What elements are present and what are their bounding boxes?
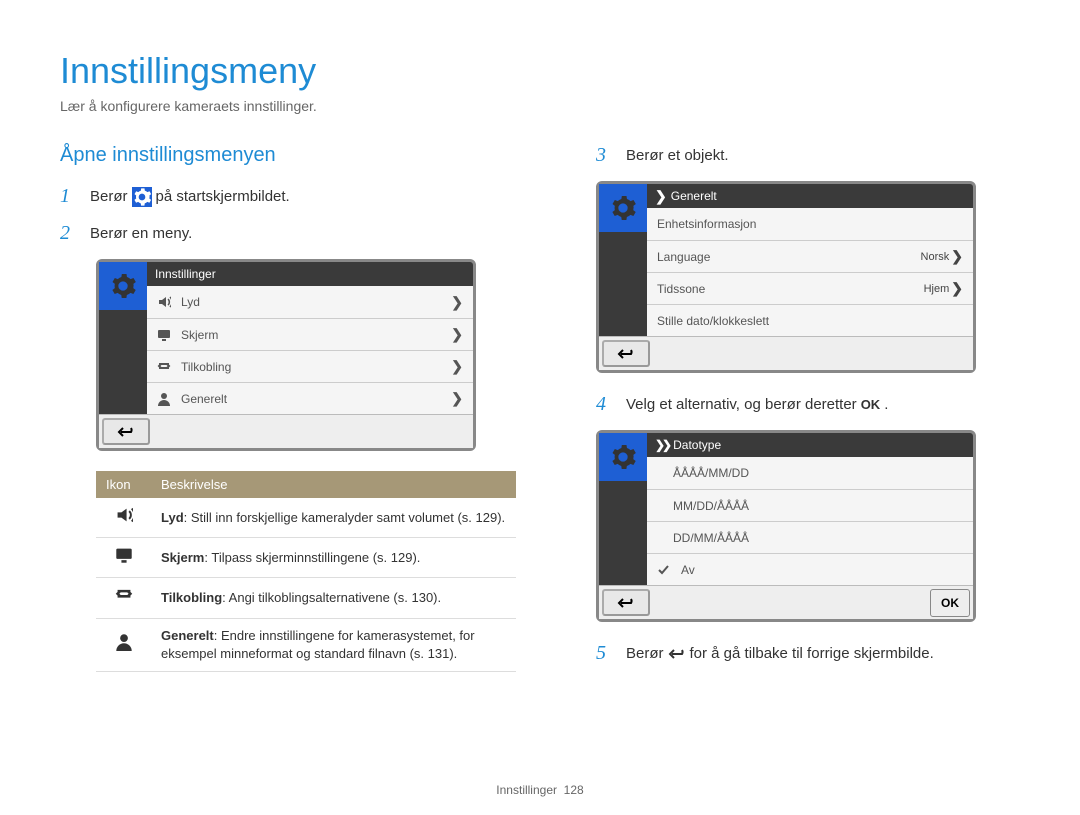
step-1: 1 Berør på startskjermbildet. bbox=[60, 185, 516, 208]
step-4: 4 Velg et alternativ, og berør deretter … bbox=[596, 393, 1020, 416]
desc-cell: Skjerm: Tilpass skjerminnstillingene (s.… bbox=[151, 538, 516, 578]
gear-icon bbox=[132, 187, 152, 207]
option-aaaammdd[interactable]: ÅÅÅÅ/MM/DD bbox=[647, 457, 973, 489]
chevron-right-icon: ❯ bbox=[451, 390, 463, 407]
table-row: Lyd: Still inn forskjellige kameralyder … bbox=[96, 498, 516, 538]
chevron-right-icon: ❯ bbox=[951, 280, 963, 297]
double-chevron-icon: ❯❯ bbox=[655, 438, 669, 452]
device-header: ❯❯Datotype bbox=[647, 433, 973, 457]
display-icon bbox=[96, 538, 151, 578]
step-4-post: . bbox=[884, 396, 888, 413]
device-datotype-menu: ❯❯Datotype ÅÅÅÅ/MM/DD MM/DD/ÅÅÅÅ DD/MM/Å… bbox=[596, 430, 976, 622]
menu-label: Enhetsinformasjon bbox=[657, 217, 756, 231]
menu-value: Norsk bbox=[921, 251, 950, 263]
ok-button[interactable]: OK bbox=[930, 589, 970, 617]
option-label: Av bbox=[681, 563, 695, 577]
display-icon bbox=[157, 328, 173, 342]
step-1-post: på startskjermbildet. bbox=[156, 188, 290, 205]
menu-label: Stille dato/klokkeslett bbox=[657, 314, 769, 328]
menu-label: Skjerm bbox=[181, 328, 218, 342]
th-beskrivelse: Beskrivelse bbox=[151, 471, 516, 498]
back-icon bbox=[668, 647, 686, 661]
desc-cell: Lyd: Still inn forskjellige kameralyder … bbox=[151, 498, 516, 538]
speaker-icon bbox=[157, 295, 173, 309]
chevron-right-icon: ❯ bbox=[451, 358, 463, 375]
page-subtitle: Lær å konfigurere kameraets innstillinge… bbox=[60, 98, 1020, 114]
th-ikon: Ikon bbox=[96, 471, 151, 498]
device-settings-menu: Innstillinger Lyd ❯ Skjerm ❯ Tilkobling bbox=[96, 259, 476, 451]
chevron-right-icon: ❯ bbox=[655, 188, 667, 205]
step-number: 2 bbox=[60, 222, 78, 245]
step-1-pre: Berør bbox=[90, 188, 128, 205]
step-3: 3 Berør et objekt. bbox=[596, 144, 1020, 167]
desc-cell: Tilkobling: Angi tilkoblingsalternativen… bbox=[151, 578, 516, 618]
page-footer: Innstillinger 128 bbox=[0, 783, 1080, 797]
step-2: 2 Berør en meny. bbox=[60, 222, 516, 245]
back-button[interactable] bbox=[602, 340, 650, 367]
connection-icon bbox=[96, 578, 151, 618]
menu-label: Language bbox=[657, 250, 710, 264]
section-title: Åpne innstillingsmenyen bbox=[60, 144, 516, 167]
option-label: ÅÅÅÅ/MM/DD bbox=[673, 466, 749, 480]
device-header: Innstillinger bbox=[147, 262, 473, 286]
option-label: MM/DD/ÅÅÅÅ bbox=[673, 499, 749, 513]
menu-row-dato[interactable]: Stille dato/klokkeslett bbox=[647, 304, 973, 336]
speaker-icon bbox=[96, 498, 151, 538]
icon-description-table: Ikon Beskrivelse Lyd: Still inn forskjel… bbox=[96, 471, 516, 672]
connection-icon bbox=[157, 360, 173, 374]
menu-label: Tilkobling bbox=[181, 360, 231, 374]
menu-row-tidssone[interactable]: Tidssone Hjem❯ bbox=[647, 272, 973, 304]
step-3-text: Berør et objekt. bbox=[626, 147, 729, 164]
table-row: Tilkobling: Angi tilkoblingsalternativen… bbox=[96, 578, 516, 618]
device-gear-button[interactable] bbox=[599, 184, 647, 232]
desc-cell: Generelt: Endre innstillingene for kamer… bbox=[151, 618, 516, 671]
check-icon bbox=[657, 563, 673, 577]
footer-page-number: 128 bbox=[564, 783, 584, 797]
step-5-post: for å gå tilbake til forrige skjermbilde… bbox=[690, 645, 934, 662]
step-5: 5 Berør for å gå tilbake til forrige skj… bbox=[596, 642, 1020, 665]
step-number: 4 bbox=[596, 393, 614, 416]
step-2-text: Berør en meny. bbox=[90, 225, 192, 242]
option-ddmmaaaa[interactable]: DD/MM/ÅÅÅÅ bbox=[647, 521, 973, 553]
menu-label: Tidssone bbox=[657, 282, 705, 296]
menu-label: Generelt bbox=[181, 392, 227, 406]
menu-row-lyd[interactable]: Lyd ❯ bbox=[147, 286, 473, 318]
step-5-pre: Berør bbox=[626, 645, 664, 662]
menu-row-enhetsinfo[interactable]: Enhetsinformasjon bbox=[647, 208, 973, 240]
option-av[interactable]: Av bbox=[647, 553, 973, 585]
step-number: 5 bbox=[596, 642, 614, 665]
step-number: 3 bbox=[596, 144, 614, 167]
menu-label: Lyd bbox=[181, 295, 200, 309]
person-icon bbox=[157, 392, 173, 406]
table-row: Skjerm: Tilpass skjerminnstillingene (s.… bbox=[96, 538, 516, 578]
option-label: DD/MM/ÅÅÅÅ bbox=[673, 531, 749, 545]
menu-row-language[interactable]: Language Norsk❯ bbox=[647, 240, 973, 272]
table-row: Generelt: Endre innstillingene for kamer… bbox=[96, 618, 516, 671]
menu-row-generelt[interactable]: Generelt ❯ bbox=[147, 382, 473, 414]
device-header: ❯Generelt bbox=[647, 184, 973, 208]
device-gear-button[interactable] bbox=[599, 433, 647, 481]
device-generelt-menu: ❯Generelt Enhetsinformasjon Language Nor… bbox=[596, 181, 976, 373]
menu-row-tilkobling[interactable]: Tilkobling ❯ bbox=[147, 350, 473, 382]
chevron-right-icon: ❯ bbox=[451, 294, 463, 311]
step-number: 1 bbox=[60, 185, 78, 208]
ok-text-inline: OK bbox=[861, 397, 881, 412]
page-title: Innstillingsmeny bbox=[60, 50, 1020, 92]
back-button[interactable] bbox=[602, 589, 650, 616]
device-gear-button[interactable] bbox=[99, 262, 147, 310]
footer-section: Innstillinger bbox=[496, 783, 557, 797]
chevron-right-icon: ❯ bbox=[451, 326, 463, 343]
person-icon bbox=[96, 618, 151, 671]
option-mmddaaaa[interactable]: MM/DD/ÅÅÅÅ bbox=[647, 489, 973, 521]
menu-row-skjerm[interactable]: Skjerm ❯ bbox=[147, 318, 473, 350]
menu-value: Hjem bbox=[924, 283, 950, 295]
step-4-pre: Velg et alternativ, og berør deretter bbox=[626, 396, 857, 413]
chevron-right-icon: ❯ bbox=[951, 248, 963, 265]
back-button[interactable] bbox=[102, 418, 150, 445]
